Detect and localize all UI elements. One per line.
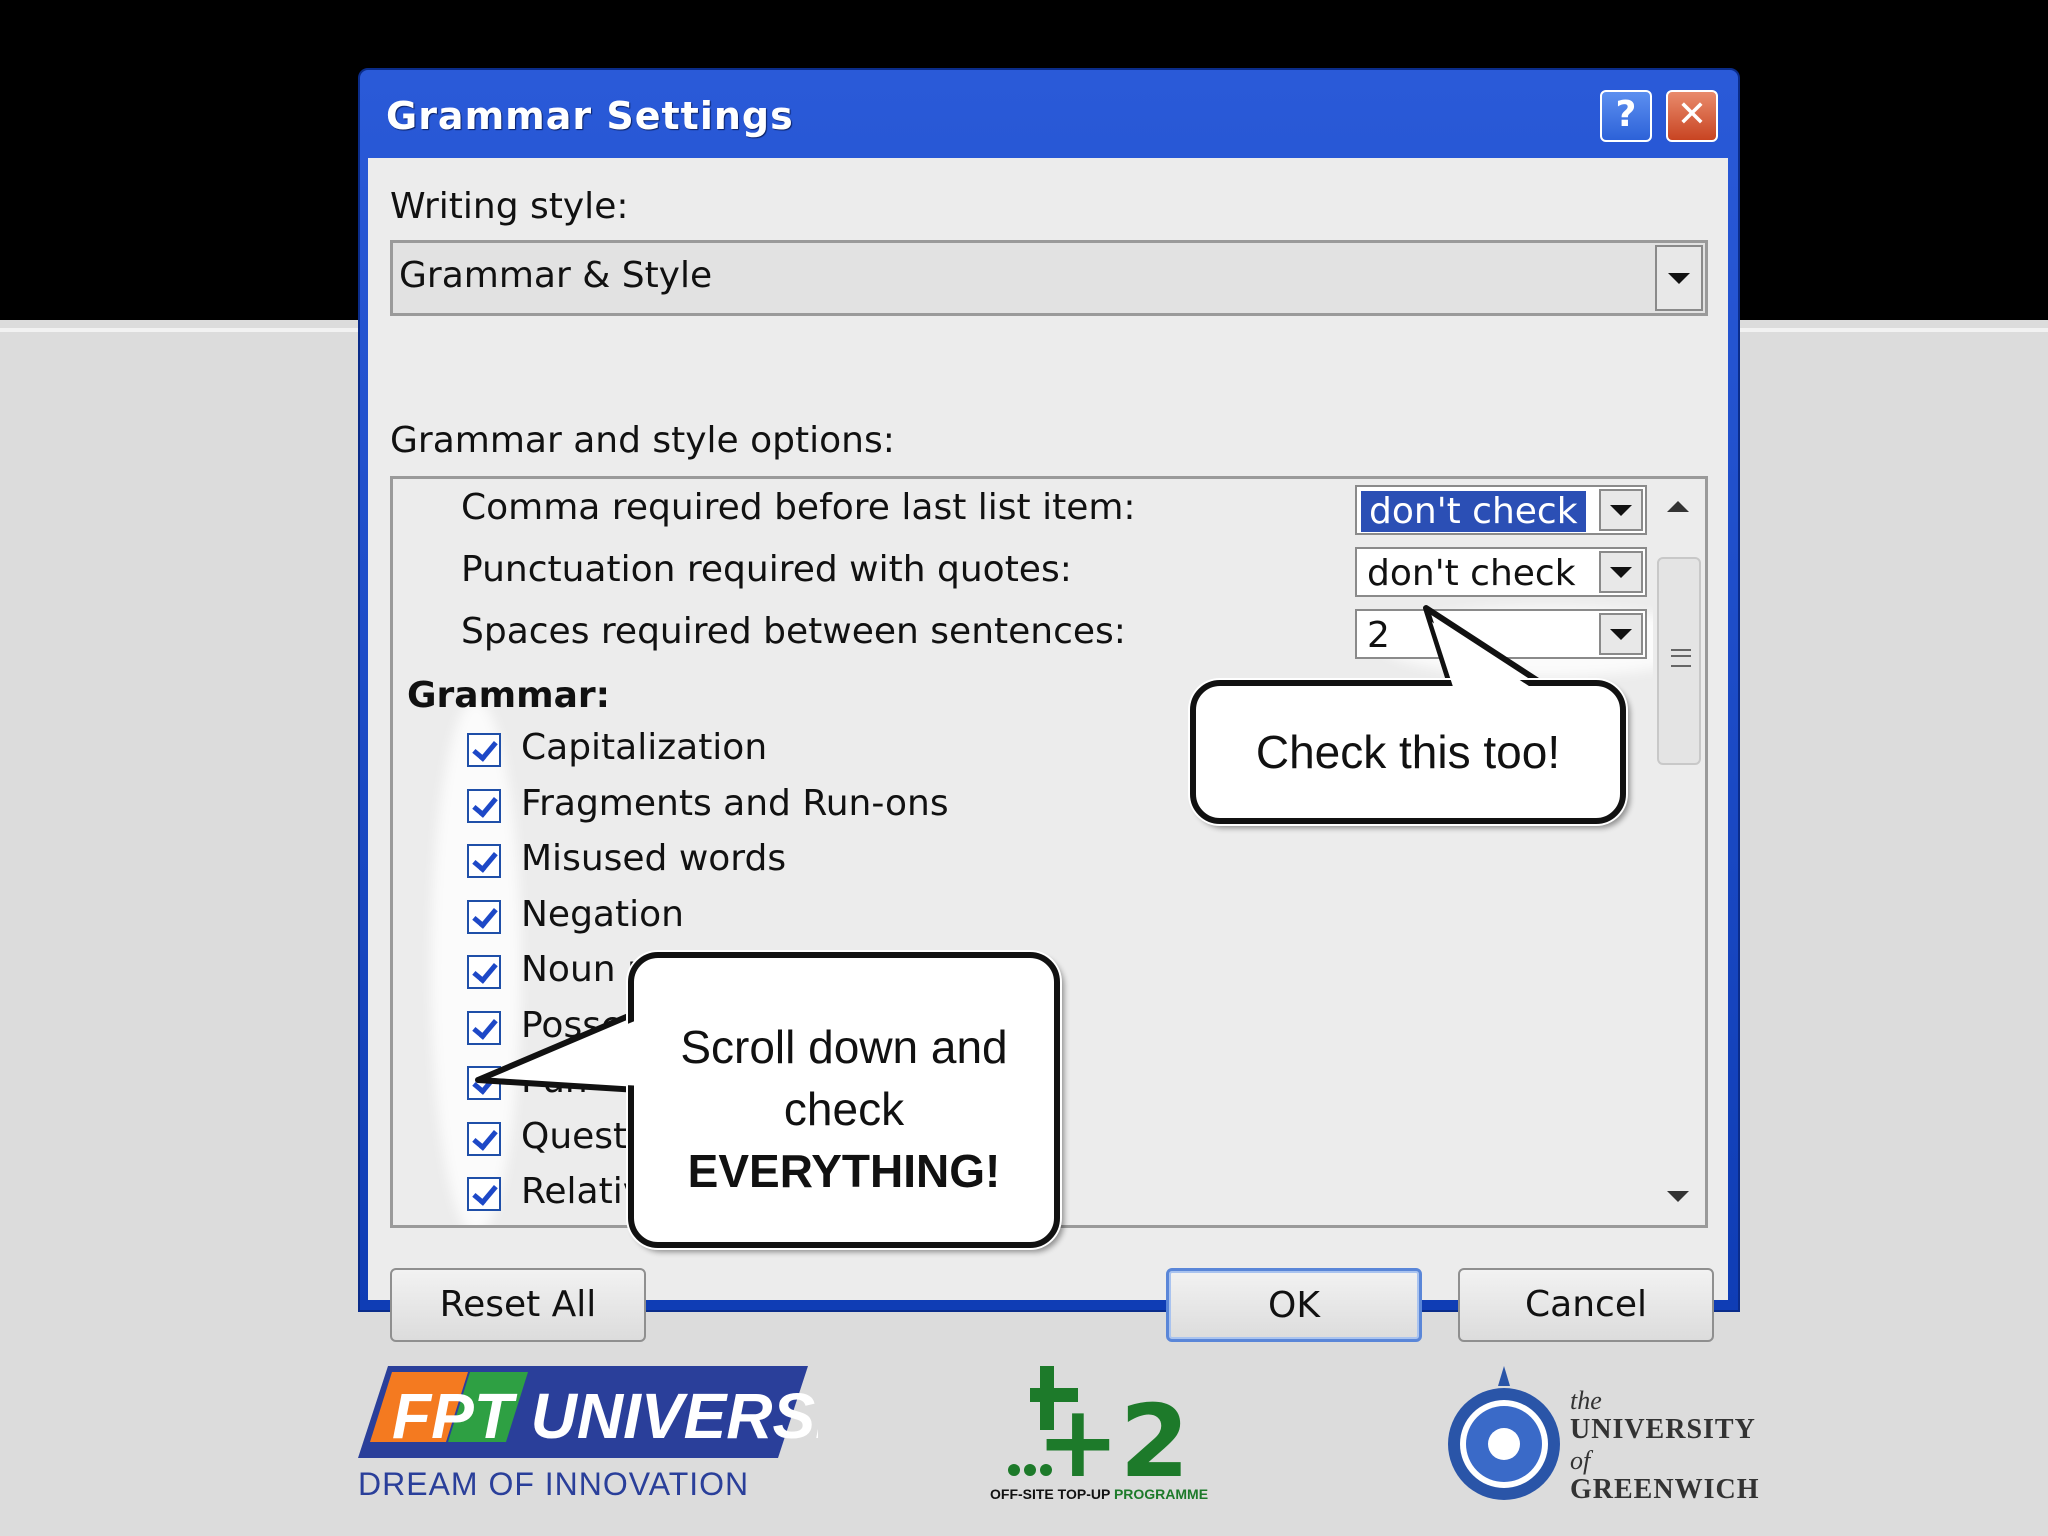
callout-scroll-line-2: check: [783, 1083, 905, 1135]
callout-tail-cover: [1432, 622, 1544, 696]
plus2-tag-b: PROGRAMME: [1113, 1486, 1209, 1502]
cancel-button[interactable]: Cancel: [1458, 1268, 1714, 1342]
grip-icon: [1671, 649, 1691, 667]
reset-all-button[interactable]: Reset All: [390, 1268, 646, 1342]
negation-label: Negation: [521, 894, 684, 935]
ok-label: OK: [1268, 1285, 1320, 1326]
callout-tail-cover: [496, 1018, 642, 1086]
window-title: Grammar Settings: [386, 94, 794, 138]
comma-option-label: Comma required before last list item:: [461, 487, 1136, 528]
chevron-down-icon[interactable]: [1599, 613, 1643, 655]
comma-option-select[interactable]: don't check: [1355, 485, 1647, 535]
comma-option-value: don't check: [1361, 491, 1586, 532]
fragments-label: Fragments and Run-ons: [521, 783, 949, 824]
chevron-down-icon[interactable]: [1655, 245, 1703, 311]
greenwich-seal-icon: [1448, 1366, 1560, 1500]
scroll-thumb[interactable]: [1657, 557, 1701, 765]
quotes-option-select[interactable]: don't check: [1355, 547, 1647, 597]
callout-check-this-too-text: Check this too!: [1255, 726, 1561, 778]
greenwich-the: the: [1570, 1386, 1602, 1415]
fragments-checkbox[interactable]: [467, 789, 501, 823]
fpt-logo-text: FPT UNIVERSITY: [392, 1380, 818, 1452]
close-button[interactable]: ✕: [1666, 90, 1718, 142]
plus2-logo: +2: [1008, 1366, 1189, 1490]
close-icon: ✕: [1676, 94, 1708, 135]
writing-style-label: Writing style:: [390, 186, 629, 227]
callout-scroll-line-3: EVERYTHING!: [634, 1140, 1054, 1202]
plus2-logo-text: +2: [1036, 1383, 1189, 1490]
callout-scroll-down: Scroll down and check EVERYTHING!: [628, 952, 1060, 1248]
writing-style-value: Grammar & Style: [399, 255, 713, 296]
capitalization-label: Capitalization: [521, 727, 768, 768]
misused-words-label: Misused words: [521, 838, 787, 879]
greenwich-name: GREENWICH: [1570, 1474, 1760, 1505]
capitalization-checkbox[interactable]: [467, 733, 501, 767]
grammar-style-options-label: Grammar and style options:: [390, 420, 895, 461]
questions-checkbox[interactable]: [467, 1122, 501, 1156]
scroll-up-icon[interactable]: [1667, 501, 1689, 512]
relative-clauses-checkbox[interactable]: [467, 1177, 501, 1211]
callout-scroll-emphasis: EVERYTHING!: [687, 1145, 1001, 1197]
fpt-university-logo: FPT UNIVERSITY: [358, 1366, 818, 1458]
ok-button[interactable]: OK: [1166, 1268, 1422, 1342]
spaces-option-value: 2: [1367, 615, 1390, 656]
greenwich-university: UNIVERSITY: [1570, 1414, 1756, 1445]
scroll-down-icon[interactable]: [1667, 1191, 1689, 1202]
spaces-option-label: Spaces required between sentences:: [461, 611, 1126, 652]
reset-all-label: Reset All: [439, 1284, 597, 1325]
chevron-down-icon[interactable]: [1599, 489, 1643, 531]
noun-phrases-checkbox[interactable]: [467, 955, 501, 989]
fpt-tagline: DREAM OF INNOVATION: [358, 1466, 750, 1502]
misused-words-checkbox[interactable]: [467, 844, 501, 878]
callout-scroll-line-1: Scroll down and: [680, 1021, 1008, 1073]
plus2-tag-a: OFF-SITE TOP-UP: [990, 1486, 1114, 1502]
relative-clauses-label: Relativ: [521, 1171, 645, 1212]
title-bar[interactable]: Grammar Settings ? ✕: [360, 70, 1738, 158]
questions-label: Questi: [521, 1116, 638, 1157]
quotes-option-value: don't check: [1367, 553, 1576, 594]
help-button[interactable]: ?: [1600, 90, 1652, 142]
writing-style-select[interactable]: Grammar & Style: [390, 240, 1708, 316]
quotes-option-label: Punctuation required with quotes:: [461, 549, 1072, 590]
options-scrollbar[interactable]: [1653, 479, 1705, 1225]
help-icon: ?: [1615, 94, 1637, 135]
greenwich-of: of: [1570, 1446, 1591, 1475]
grammar-section-header: Grammar:: [407, 675, 611, 716]
cancel-label: Cancel: [1525, 1284, 1647, 1325]
plus2-tagline: OFF-SITE TOP-UP PROGRAMME: [990, 1486, 1208, 1502]
negation-checkbox[interactable]: [467, 900, 501, 934]
chevron-down-icon[interactable]: [1599, 551, 1643, 593]
